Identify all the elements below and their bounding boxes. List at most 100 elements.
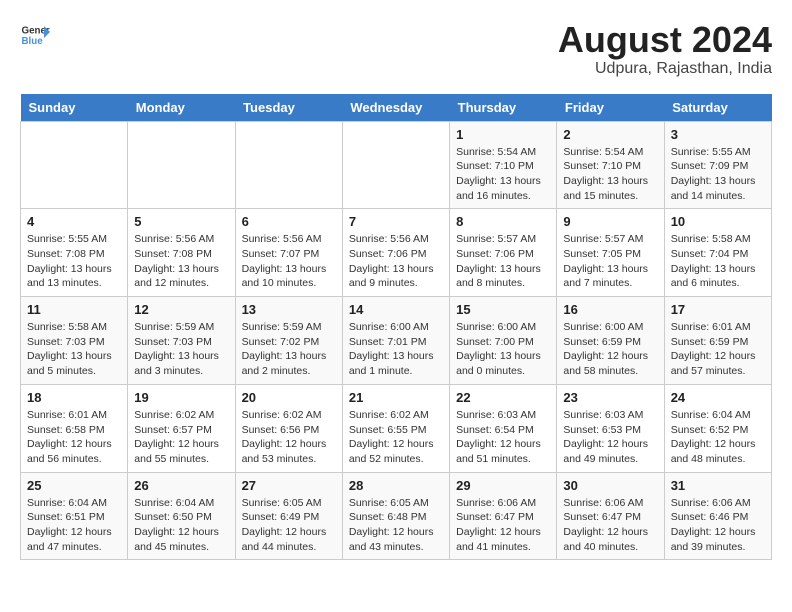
calendar-cell: 20Sunrise: 6:02 AM Sunset: 6:56 PM Dayli… <box>235 384 342 472</box>
calendar-cell: 10 Sunrise: 5:58 AM Sunset: 7:04 PM Dayli… <box>664 209 771 297</box>
day-info: Sunrise: 5:58 AM Sunset: 7:04 PM Dayligh… <box>671 232 765 291</box>
day-number: 21 <box>349 390 443 405</box>
day-info: Sunrise: 6:05 AM Sunset: 6:48 PM Dayligh… <box>349 496 443 555</box>
calendar-week-4: 18 Sunrise: 6:01 AM Sunset: 6:58 PM Dayli… <box>21 384 772 472</box>
calendar-cell: 25Sunrise: 6:04 AM Sunset: 6:51 PM Dayli… <box>21 472 128 560</box>
calendar-cell: 21 Sunrise: 6:02 AM Sunset: 6:55 PM Dayli… <box>342 384 449 472</box>
day-info: Sunrise: 5:54 AM Sunset: 7:10 PM Dayligh… <box>456 145 550 204</box>
calendar-cell: 13Sunrise: 5:59 AM Sunset: 7:02 PM Dayli… <box>235 297 342 385</box>
header-day-sunday: Sunday <box>21 94 128 122</box>
calendar-cell: 30Sunrise: 6:06 AM Sunset: 6:47 PM Dayli… <box>557 472 664 560</box>
calendar-cell: 16 Sunrise: 6:00 AM Sunset: 6:59 PM Dayli… <box>557 297 664 385</box>
day-info: Sunrise: 5:56 AM Sunset: 7:06 PM Dayligh… <box>349 232 443 291</box>
day-info: Sunrise: 5:59 AM Sunset: 7:02 PM Dayligh… <box>242 320 336 379</box>
day-info: Sunrise: 5:59 AM Sunset: 7:03 PM Dayligh… <box>134 320 228 379</box>
day-number: 7 <box>349 214 443 229</box>
calendar-cell: 8Sunrise: 5:57 AM Sunset: 7:06 PM Daylig… <box>450 209 557 297</box>
day-number: 6 <box>242 214 336 229</box>
calendar-cell: 18 Sunrise: 6:01 AM Sunset: 6:58 PM Dayli… <box>21 384 128 472</box>
day-info: Sunrise: 5:55 AM Sunset: 7:08 PM Dayligh… <box>27 232 121 291</box>
day-info: Sunrise: 5:56 AM Sunset: 7:07 PM Dayligh… <box>242 232 336 291</box>
day-number: 15 <box>456 302 550 317</box>
day-info: Sunrise: 5:55 AM Sunset: 7:09 PM Dayligh… <box>671 145 765 204</box>
day-info: Sunrise: 6:00 AM Sunset: 7:00 PM Dayligh… <box>456 320 550 379</box>
day-number: 27 <box>242 478 336 493</box>
day-number: 12 <box>134 302 228 317</box>
calendar-cell: 11Sunrise: 5:58 AM Sunset: 7:03 PM Dayli… <box>21 297 128 385</box>
calendar-cell <box>235 121 342 209</box>
svg-text:Blue: Blue <box>22 36 44 47</box>
day-number: 18 <box>27 390 121 405</box>
day-number: 3 <box>671 127 765 142</box>
day-info: Sunrise: 6:01 AM Sunset: 6:59 PM Dayligh… <box>671 320 765 379</box>
title-block: August 2024 Udpura, Rajasthan, India <box>558 20 772 78</box>
calendar-cell: 3 Sunrise: 5:55 AM Sunset: 7:09 PM Daylig… <box>664 121 771 209</box>
day-number: 11 <box>27 302 121 317</box>
day-info: Sunrise: 6:01 AM Sunset: 6:58 PM Dayligh… <box>27 408 121 467</box>
calendar-cell: 31Sunrise: 6:06 AM Sunset: 6:46 PM Dayli… <box>664 472 771 560</box>
day-info: Sunrise: 6:04 AM Sunset: 6:51 PM Dayligh… <box>27 496 121 555</box>
calendar-table: SundayMondayTuesdayWednesdayThursdayFrid… <box>20 94 772 561</box>
day-number: 26 <box>134 478 228 493</box>
calendar-cell: 2 Sunrise: 5:54 AM Sunset: 7:10 PM Daylig… <box>557 121 664 209</box>
day-number: 2 <box>563 127 657 142</box>
calendar-cell: 27Sunrise: 6:05 AM Sunset: 6:49 PM Dayli… <box>235 472 342 560</box>
day-number: 14 <box>349 302 443 317</box>
day-info: Sunrise: 6:06 AM Sunset: 6:47 PM Dayligh… <box>456 496 550 555</box>
calendar-cell <box>21 121 128 209</box>
calendar-week-3: 11Sunrise: 5:58 AM Sunset: 7:03 PM Dayli… <box>21 297 772 385</box>
calendar-cell: 22Sunrise: 6:03 AM Sunset: 6:54 PM Dayli… <box>450 384 557 472</box>
logo-icon: General Blue <box>20 20 50 50</box>
header-day-friday: Friday <box>557 94 664 122</box>
calendar-cell: 26 Sunrise: 6:04 AM Sunset: 6:50 PM Dayli… <box>128 472 235 560</box>
calendar-cell: 5Sunrise: 5:56 AM Sunset: 7:08 PM Daylig… <box>128 209 235 297</box>
header-day-wednesday: Wednesday <box>342 94 449 122</box>
calendar-week-5: 25Sunrise: 6:04 AM Sunset: 6:51 PM Dayli… <box>21 472 772 560</box>
calendar-cell: 24 Sunrise: 6:04 AM Sunset: 6:52 PM Dayli… <box>664 384 771 472</box>
day-info: Sunrise: 6:02 AM Sunset: 6:55 PM Dayligh… <box>349 408 443 467</box>
day-number: 1 <box>456 127 550 142</box>
day-number: 23 <box>563 390 657 405</box>
calendar-cell: 7 Sunrise: 5:56 AM Sunset: 7:06 PM Daylig… <box>342 209 449 297</box>
calendar-cell: 23 Sunrise: 6:03 AM Sunset: 6:53 PM Dayli… <box>557 384 664 472</box>
day-number: 17 <box>671 302 765 317</box>
calendar-body: 1 Sunrise: 5:54 AM Sunset: 7:10 PM Daylig… <box>21 121 772 560</box>
calendar-cell: 17 Sunrise: 6:01 AM Sunset: 6:59 PM Dayli… <box>664 297 771 385</box>
calendar-week-2: 4 Sunrise: 5:55 AM Sunset: 7:08 PM Daylig… <box>21 209 772 297</box>
day-info: Sunrise: 6:04 AM Sunset: 6:52 PM Dayligh… <box>671 408 765 467</box>
calendar-cell: 14 Sunrise: 6:00 AM Sunset: 7:01 PM Dayli… <box>342 297 449 385</box>
calendar-cell: 9Sunrise: 5:57 AM Sunset: 7:05 PM Daylig… <box>557 209 664 297</box>
day-number: 29 <box>456 478 550 493</box>
header-row: SundayMondayTuesdayWednesdayThursdayFrid… <box>21 94 772 122</box>
calendar-cell: 6 Sunrise: 5:56 AM Sunset: 7:07 PM Daylig… <box>235 209 342 297</box>
day-info: Sunrise: 6:03 AM Sunset: 6:53 PM Dayligh… <box>563 408 657 467</box>
month-title: August 2024 <box>558 20 772 60</box>
calendar-cell <box>342 121 449 209</box>
day-info: Sunrise: 6:00 AM Sunset: 6:59 PM Dayligh… <box>563 320 657 379</box>
day-number: 4 <box>27 214 121 229</box>
day-info: Sunrise: 6:02 AM Sunset: 6:56 PM Dayligh… <box>242 408 336 467</box>
day-info: Sunrise: 6:06 AM Sunset: 6:46 PM Dayligh… <box>671 496 765 555</box>
header-day-tuesday: Tuesday <box>235 94 342 122</box>
day-number: 10 <box>671 214 765 229</box>
calendar-week-1: 1 Sunrise: 5:54 AM Sunset: 7:10 PM Daylig… <box>21 121 772 209</box>
location: Udpura, Rajasthan, India <box>558 60 772 78</box>
day-info: Sunrise: 6:04 AM Sunset: 6:50 PM Dayligh… <box>134 496 228 555</box>
calendar-cell: 28 Sunrise: 6:05 AM Sunset: 6:48 PM Dayli… <box>342 472 449 560</box>
logo: General Blue <box>20 20 50 50</box>
day-info: Sunrise: 5:54 AM Sunset: 7:10 PM Dayligh… <box>563 145 657 204</box>
day-info: Sunrise: 5:57 AM Sunset: 7:05 PM Dayligh… <box>563 232 657 291</box>
calendar-cell: 19Sunrise: 6:02 AM Sunset: 6:57 PM Dayli… <box>128 384 235 472</box>
calendar-cell: 15 Sunrise: 6:00 AM Sunset: 7:00 PM Dayli… <box>450 297 557 385</box>
day-number: 28 <box>349 478 443 493</box>
header-day-thursday: Thursday <box>450 94 557 122</box>
day-info: Sunrise: 5:56 AM Sunset: 7:08 PM Dayligh… <box>134 232 228 291</box>
day-info: Sunrise: 6:00 AM Sunset: 7:01 PM Dayligh… <box>349 320 443 379</box>
header-day-saturday: Saturday <box>664 94 771 122</box>
calendar-cell: 4 Sunrise: 5:55 AM Sunset: 7:08 PM Daylig… <box>21 209 128 297</box>
calendar-cell: 29 Sunrise: 6:06 AM Sunset: 6:47 PM Dayli… <box>450 472 557 560</box>
day-number: 22 <box>456 390 550 405</box>
day-number: 24 <box>671 390 765 405</box>
calendar-cell <box>128 121 235 209</box>
day-number: 16 <box>563 302 657 317</box>
